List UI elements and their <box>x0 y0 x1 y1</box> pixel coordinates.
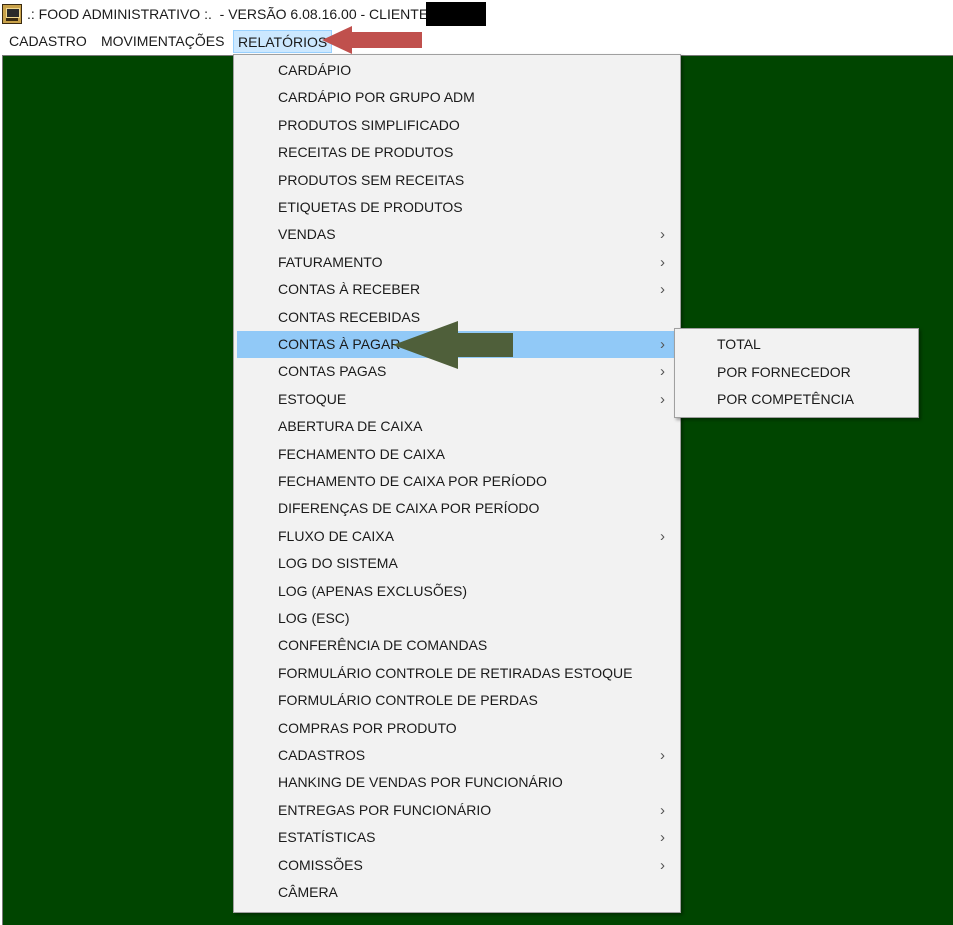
chevron-right-icon: › <box>660 801 665 819</box>
relatorios-dropdown-menu: CARDÁPIO CARDÁPIO POR GRUPO ADM PRODUTOS S… <box>233 54 681 913</box>
menu-item-formulario-controle-de-retiradas-estoque[interactable]: FORMULÁRIO CONTROLE DE RETIRADAS ESTOQUE <box>237 660 677 687</box>
chevron-right-icon: › <box>660 829 665 847</box>
menu-item-hanking-de-vendas-por-funcionario[interactable]: HANKING DE VENDAS POR FUNCIONÁRIO <box>237 769 677 796</box>
menu-item-label: FLUXO DE CAIXA <box>278 527 394 544</box>
green-annotation-arrow <box>393 321 513 369</box>
menu-item-label: CONTAS À RECEBER <box>278 281 421 298</box>
menu-item-fechamento-de-caixa-por-periodo[interactable]: FECHAMENTO DE CAIXA POR PERÍODO <box>237 468 677 495</box>
submenu-item-total[interactable]: TOTAL <box>678 331 915 358</box>
app-icon[interactable] <box>2 4 22 24</box>
title-bar: .: FOOD ADMINISTRATIVO :. - VERSÃO 6.08.… <box>0 0 953 30</box>
menu-item-abertura-de-caixa[interactable]: ABERTURA DE CAIXA <box>237 413 677 440</box>
window-title: .: FOOD ADMINISTRATIVO :. - VERSÃO 6.08.… <box>27 6 433 22</box>
menu-item-estoque[interactable]: ESTOQUE › <box>237 386 677 413</box>
menu-item-camera[interactable]: CÂMERA <box>237 879 677 906</box>
menu-item-label: DIFERENÇAS DE CAIXA POR PERÍODO <box>278 500 540 517</box>
menu-item-label: FECHAMENTO DE CAIXA <box>278 445 445 462</box>
menu-item-comissoes[interactable]: COMISSÕES › <box>237 852 677 879</box>
menu-item-produtos-sem-receitas[interactable]: PRODUTOS SEM RECEITAS <box>237 167 677 194</box>
menu-item-formulario-controle-de-perdas[interactable]: FORMULÁRIO CONTROLE DE PERDAS <box>237 687 677 714</box>
menu-item-produtos-simplificado[interactable]: PRODUTOS SIMPLIFICADO <box>237 112 677 139</box>
menu-item-estatisticas[interactable]: ESTATÍSTICAS › <box>237 824 677 851</box>
menu-item-vendas[interactable]: VENDAS › <box>237 221 677 248</box>
menu-item-faturamento[interactable]: FATURAMENTO › <box>237 249 677 276</box>
menu-item-label: LOG (APENAS EXCLUSÕES) <box>278 582 468 599</box>
menu-item-label: CONTAS À PAGAR <box>278 336 401 352</box>
chevron-right-icon: › <box>660 363 665 381</box>
menu-item-fechamento-de-caixa[interactable]: FECHAMENTO DE CAIXA <box>237 441 677 468</box>
menu-item-label: FECHAMENTO DE CAIXA POR PERÍODO <box>278 473 547 489</box>
menu-item-label: CONTAS PAGAS <box>278 363 387 380</box>
menu-item-cardapio-por-grupo-adm[interactable]: CARDÁPIO POR GRUPO ADM <box>237 84 677 111</box>
menu-item-receitas-de-produtos[interactable]: RECEITAS DE PRODUTOS <box>237 139 677 166</box>
menu-item-label: ABERTURA DE CAIXA <box>278 418 423 435</box>
submenu-item-por-competencia[interactable]: POR COMPETÊNCIA <box>678 386 915 413</box>
menu-item-log-esc[interactable]: LOG (ESC) <box>237 605 677 632</box>
menu-item-label: RECEITAS DE PRODUTOS <box>278 144 454 161</box>
menu-item-diferencas-de-caixa-por-periodo[interactable]: DIFERENÇAS DE CAIXA POR PERÍODO <box>237 495 677 522</box>
menu-item-cardapio[interactable]: CARDÁPIO <box>237 57 677 84</box>
chevron-right-icon: › <box>660 281 665 299</box>
client-name-redacted <box>426 2 486 26</box>
menu-item-contas-a-receber[interactable]: CONTAS À RECEBER › <box>237 276 677 303</box>
menu-item-label: PRODUTOS SEM RECEITAS <box>278 171 465 188</box>
menu-item-log-do-sistema[interactable]: LOG DO SISTEMA <box>237 550 677 577</box>
chevron-right-icon: › <box>660 226 665 244</box>
chevron-right-icon: › <box>660 390 665 408</box>
menu-item-label: LOG DO SISTEMA <box>278 555 398 572</box>
menu-item-label: VENDAS <box>278 226 336 243</box>
menu-item-label: FORMULÁRIO CONTROLE DE PERDAS <box>278 692 538 709</box>
menu-item-compras-por-produto[interactable]: COMPRAS POR PRODUTO <box>237 715 677 742</box>
menu-item-label: PRODUTOS SIMPLIFICADO <box>278 116 460 133</box>
menu-item-label: COMISSÕES <box>278 856 363 873</box>
menu-bar: CADASTRO MOVIMENTAÇÕES RELATÓRIOS <box>0 30 953 54</box>
menu-item-label: HANKING DE VENDAS POR FUNCIONÁRIO <box>278 774 563 791</box>
chevron-right-icon: › <box>660 336 665 353</box>
menu-item-label: CARDÁPIO POR GRUPO ADM <box>278 89 475 106</box>
menu-item-label: ESTATÍSTICAS <box>278 829 376 846</box>
menu-item-cadastros[interactable]: CADASTROS › <box>237 742 677 769</box>
menu-item-label: CARDÁPIO <box>278 62 352 78</box>
menu-item-label: CADASTROS <box>278 747 366 763</box>
menu-item-entregas-por-funcionario[interactable]: ENTREGAS POR FUNCIONÁRIO › <box>237 797 677 824</box>
menu-item-label: ESTOQUE <box>278 390 347 407</box>
menu-item-label: FATURAMENTO <box>278 253 383 270</box>
menu-item-log-apenas-exclusoes[interactable]: LOG (APENAS EXCLUSÕES) <box>237 578 677 605</box>
menu-item-etiquetas-de-produtos[interactable]: ETIQUETAS DE PRODUTOS <box>237 194 677 221</box>
menu-item-conferencia-de-comandas[interactable]: CONFERÊNCIA DE COMANDAS <box>237 632 677 659</box>
menu-item-label: COMPRAS POR PRODUTO <box>278 719 457 736</box>
chevron-right-icon: › <box>660 856 665 874</box>
menu-item-label: ETIQUETAS DE PRODUTOS <box>278 199 463 215</box>
chevron-right-icon: › <box>660 527 665 545</box>
menu-relatorios[interactable]: RELATÓRIOS <box>233 30 333 53</box>
menu-item-label: ENTREGAS POR FUNCIONÁRIO <box>278 801 492 818</box>
menu-item-label: CONFERÊNCIA DE COMANDAS <box>278 637 488 654</box>
menu-item-label: FORMULÁRIO CONTROLE DE RETIRADAS ESTOQUE <box>278 664 633 681</box>
menu-item-label: LOG (ESC) <box>278 610 350 626</box>
menu-item-label: CÂMERA <box>278 884 338 900</box>
menu-cadastro[interactable]: CADASTRO <box>5 30 91 53</box>
contas-a-pagar-submenu: TOTAL POR FORNECEDOR POR COMPETÊNCIA <box>674 328 919 418</box>
red-annotation-arrow <box>322 26 422 54</box>
submenu-item-por-fornecedor[interactable]: POR FORNECEDOR <box>678 359 915 386</box>
chevron-right-icon: › <box>660 747 665 764</box>
menu-movimentacoes[interactable]: MOVIMENTAÇÕES <box>97 30 228 53</box>
chevron-right-icon: › <box>660 253 665 271</box>
menu-item-fluxo-de-caixa[interactable]: FLUXO DE CAIXA › <box>237 523 677 550</box>
